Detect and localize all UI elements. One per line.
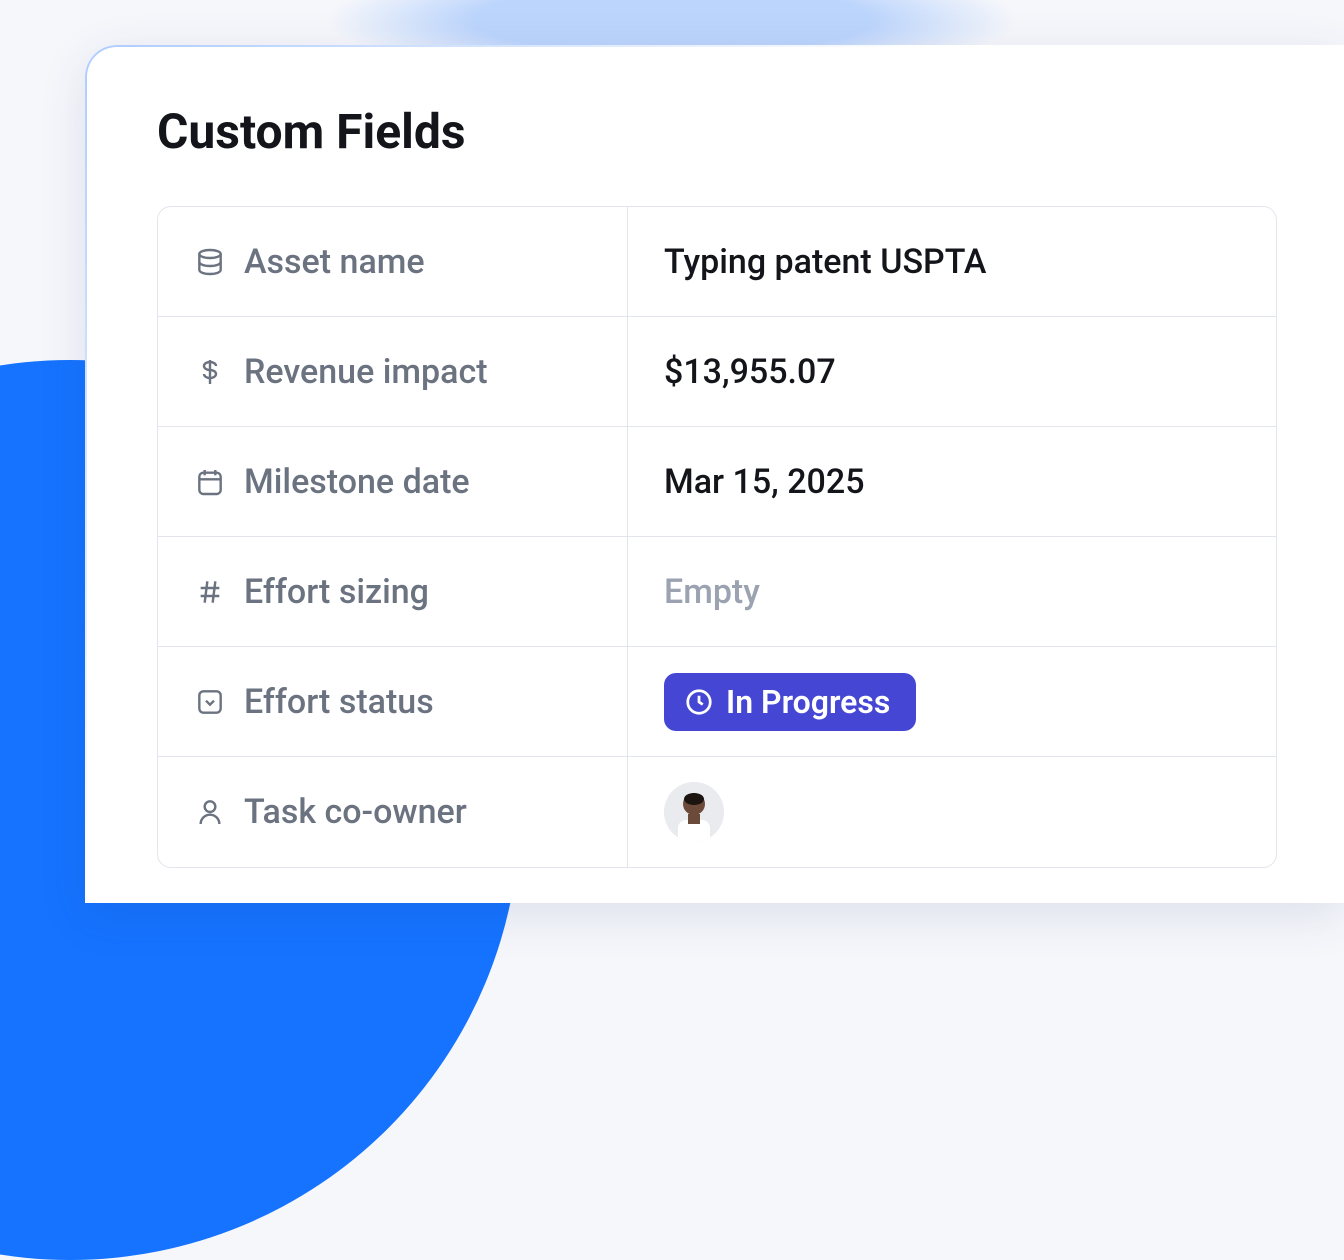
status-label: In Progress: [726, 683, 890, 721]
status-badge-in-progress[interactable]: In Progress: [664, 673, 916, 731]
field-value: Typing patent USPTA: [664, 242, 986, 282]
custom-fields-card: Custom Fields Asset name Typing patent U…: [85, 45, 1344, 903]
field-label-cell: Effort status: [158, 647, 628, 756]
field-value-empty: Empty: [664, 572, 760, 612]
field-value: $13,955.07: [664, 352, 836, 392]
dropdown-box-icon: [194, 686, 226, 718]
field-value: Mar 15, 2025: [664, 462, 865, 502]
field-label: Effort sizing: [244, 572, 429, 612]
field-row-effort-status: Effort status In Progress: [158, 647, 1276, 757]
field-row-task-coowner: Task co-owner: [158, 757, 1276, 867]
field-label: Milestone date: [244, 462, 470, 502]
custom-fields-table: Asset name Typing patent USPTA Revenue i…: [157, 206, 1277, 868]
field-value-cell[interactable]: Mar 15, 2025: [628, 427, 1276, 536]
field-label-cell: Asset name: [158, 207, 628, 316]
field-label: Revenue impact: [244, 352, 488, 392]
field-label-cell: Milestone date: [158, 427, 628, 536]
dollar-icon: [194, 356, 226, 388]
avatar[interactable]: [664, 782, 724, 842]
field-value-cell[interactable]: [628, 757, 1276, 867]
progress-clock-icon: [684, 687, 714, 717]
field-row-effort-sizing: Effort sizing Empty: [158, 537, 1276, 647]
field-label: Effort status: [244, 682, 434, 722]
field-label: Task co-owner: [244, 792, 467, 832]
field-value-cell[interactable]: Empty: [628, 537, 1276, 646]
hash-icon: [194, 576, 226, 608]
calendar-icon: [194, 466, 226, 498]
field-label-cell: Effort sizing: [158, 537, 628, 646]
database-icon: [194, 246, 226, 278]
field-label: Asset name: [244, 242, 425, 282]
field-row-asset-name: Asset name Typing patent USPTA: [158, 207, 1276, 317]
field-label-cell: Revenue impact: [158, 317, 628, 426]
field-value-cell[interactable]: In Progress: [628, 647, 1276, 756]
field-row-milestone-date: Milestone date Mar 15, 2025: [158, 427, 1276, 537]
page-title: Custom Fields: [157, 103, 1344, 160]
person-icon: [194, 796, 226, 828]
field-row-revenue-impact: Revenue impact $13,955.07: [158, 317, 1276, 427]
field-value-cell[interactable]: $13,955.07: [628, 317, 1276, 426]
field-value-cell[interactable]: Typing patent USPTA: [628, 207, 1276, 316]
field-label-cell: Task co-owner: [158, 757, 628, 867]
